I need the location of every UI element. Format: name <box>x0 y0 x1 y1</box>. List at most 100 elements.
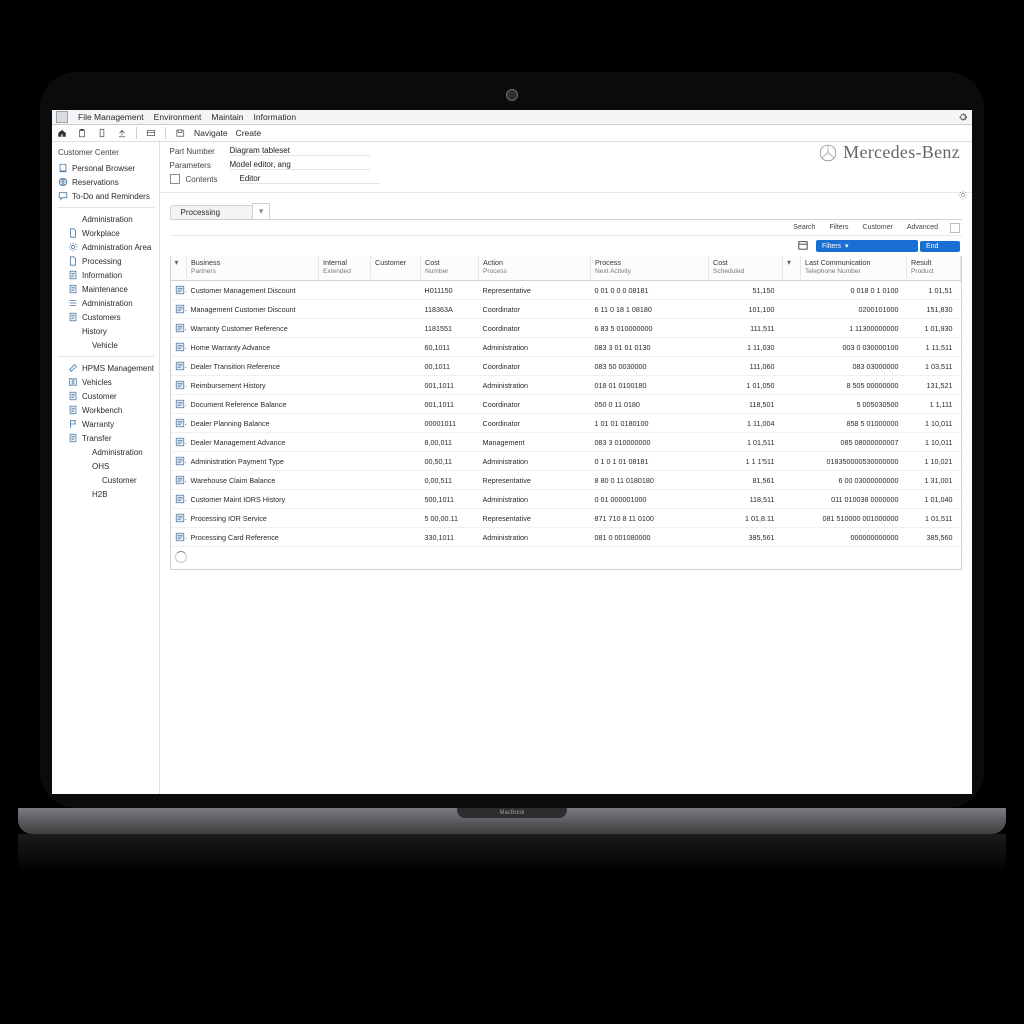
sidebar: Customer Center Personal BrowserReservat… <box>52 140 160 794</box>
page-icon <box>68 312 78 322</box>
toolbar-navigate-label[interactable]: Navigate <box>194 128 228 138</box>
cell-p1 <box>319 376 371 395</box>
filter-active[interactable]: Filters ▾ <box>816 240 918 252</box>
settings-icon[interactable] <box>958 112 968 122</box>
table-row[interactable]: Administration Payment Type00,50,11Admin… <box>171 452 961 471</box>
cell-bp: 083 3 010000000 <box>591 433 709 452</box>
cell-tel: 083 03000000 <box>801 357 907 376</box>
filter-search[interactable]: Search <box>787 222 821 233</box>
col-icon[interactable]: ▾ <box>171 256 187 281</box>
cell-name: Processing Card Reference <box>187 528 319 547</box>
menu-item-information[interactable]: Information <box>254 112 297 122</box>
row-icon <box>175 418 185 428</box>
filter-end[interactable]: End <box>920 241 960 252</box>
table-row[interactable]: Processing IOR Service5 00,00.11Represen… <box>171 509 961 528</box>
blank-icon <box>68 214 78 224</box>
sidebar-item-12[interactable]: Vehicle <box>58 338 155 352</box>
card-icon[interactable] <box>145 127 157 139</box>
col-action[interactable]: ActionProcess <box>479 256 591 281</box>
col-internal[interactable]: InternalExtended <box>319 256 371 281</box>
row-icon <box>175 437 185 447</box>
cell-p1 <box>319 471 371 490</box>
col-cost[interactable]: CostScheduled <box>709 256 783 281</box>
col-note[interactable]: ▾ <box>783 256 801 281</box>
sidebar-item-22[interactable]: H2B <box>58 487 155 501</box>
clipboard-icon[interactable] <box>76 127 88 139</box>
cell-note <box>783 528 801 547</box>
col-result[interactable]: ResultProduct <box>907 256 961 281</box>
sidebar-item-6[interactable]: Processing <box>58 254 155 268</box>
device-icon[interactable] <box>96 127 108 139</box>
sidebar-item-label: Workplace <box>82 229 120 238</box>
table-row[interactable]: Dealer Management Advance8,00,011Managem… <box>171 433 961 452</box>
sidebar-item-5[interactable]: Administration Area <box>58 240 155 254</box>
sidebar-item-11[interactable]: History <box>58 324 155 338</box>
filter-filters[interactable]: Filters <box>823 222 854 233</box>
sidebar-item-7[interactable]: Information <box>58 268 155 282</box>
sidebar-item-2[interactable]: To-Do and Reminders <box>58 189 155 203</box>
table-row[interactable]: Customer Maint IORS History500,1011Admin… <box>171 490 961 509</box>
table-row[interactable]: Processing Card Reference330,1011Adminis… <box>171 528 961 547</box>
table-row[interactable]: Management Customer Discount118363ACoord… <box>171 300 961 319</box>
col-business[interactable]: BusinessPartners <box>187 256 319 281</box>
sidebar-item-0[interactable]: Personal Browser <box>58 161 155 175</box>
table-row[interactable]: Warranty Customer Reference1181551Coordi… <box>171 319 961 338</box>
sidebar-item-label: Transfer <box>82 434 112 443</box>
cell-role: Representative <box>479 281 591 300</box>
col-process[interactable]: ProcessNext Activity <box>591 256 709 281</box>
row-icon <box>175 285 185 295</box>
sidebar-item-4[interactable]: Workplace <box>58 226 155 240</box>
col-costnum[interactable]: CostNumber <box>421 256 479 281</box>
sidebar-item-14[interactable]: Vehicles <box>58 375 155 389</box>
menu-item-file[interactable]: File Management <box>78 112 144 122</box>
row-icon <box>175 342 185 352</box>
toolbar-create-label[interactable]: Create <box>236 128 262 138</box>
sidebar-item-17[interactable]: Warranty <box>58 417 155 431</box>
sidebar-item-label: Administration <box>82 299 133 308</box>
form-value-0[interactable]: Diagram tableset <box>230 146 370 156</box>
filter-date-icon[interactable] <box>792 238 814 254</box>
filter-advanced[interactable]: Advanced <box>901 222 944 233</box>
filter-customer[interactable]: Customer <box>857 222 899 233</box>
filter-toggle[interactable] <box>950 223 960 233</box>
tab-processing[interactable]: Processing <box>170 205 254 219</box>
table-row[interactable]: Home Warranty Advance60,1011Administrati… <box>171 338 961 357</box>
table-row[interactable]: Document Reference Balance001,1011Coordi… <box>171 395 961 414</box>
cell-tel: 011 010038 0000000 <box>801 490 907 509</box>
laptop-keyboard <box>18 834 1006 882</box>
sidebar-item-19[interactable]: Administration <box>58 445 155 459</box>
table-row[interactable]: Dealer Planning Balance00001011Coordinat… <box>171 414 961 433</box>
col-tel[interactable]: Last CommunicationTelephone Number <box>801 256 907 281</box>
menu-item-maintain[interactable]: Maintain <box>211 112 243 122</box>
sidebar-item-13[interactable]: HPMS Management <box>58 361 155 375</box>
col-customer[interactable]: Customer <box>371 256 421 281</box>
sidebar-item-15[interactable]: Customer <box>58 389 155 403</box>
save-icon[interactable] <box>174 127 186 139</box>
cell-tel: 0200101000 <box>801 300 907 319</box>
cell-note <box>783 414 801 433</box>
sidebar-item-10[interactable]: Customers <box>58 310 155 324</box>
sidebar-item-8[interactable]: Maintenance <box>58 282 155 296</box>
sidebar-item-3[interactable]: Administration <box>58 212 155 226</box>
sidebar-item-1[interactable]: Reservations <box>58 175 155 189</box>
table-row[interactable]: Customer Management DiscountH011150Repre… <box>171 281 961 300</box>
form-checkbox-2[interactable] <box>170 174 180 184</box>
tab-dropdown-icon[interactable]: ▾ <box>252 203 270 219</box>
panel-gear-icon[interactable] <box>958 190 968 200</box>
sidebar-item-21[interactable]: Customer <box>58 473 155 487</box>
form-value-2[interactable]: Editor <box>240 174 380 184</box>
cell-role: Coordinator <box>479 319 591 338</box>
table-row[interactable]: Dealer Transition Reference00,1011Coordi… <box>171 357 961 376</box>
menu-item-environment[interactable]: Environment <box>154 112 202 122</box>
share-icon[interactable] <box>116 127 128 139</box>
row-icon <box>175 399 185 409</box>
sidebar-item-18[interactable]: Transfer <box>58 431 155 445</box>
form-value-1[interactable]: Model editor, ang <box>230 160 370 170</box>
sidebar-item-16[interactable]: Workbench <box>58 403 155 417</box>
sidebar-item-20[interactable]: OHS <box>58 459 155 473</box>
table-row[interactable]: Warehouse Claim Balance0,00,511Represent… <box>171 471 961 490</box>
home-icon[interactable] <box>56 127 68 139</box>
cell-cost: 101,100 <box>709 300 783 319</box>
sidebar-item-9[interactable]: Administration <box>58 296 155 310</box>
table-row[interactable]: Reimbursement History001,1011Administrat… <box>171 376 961 395</box>
